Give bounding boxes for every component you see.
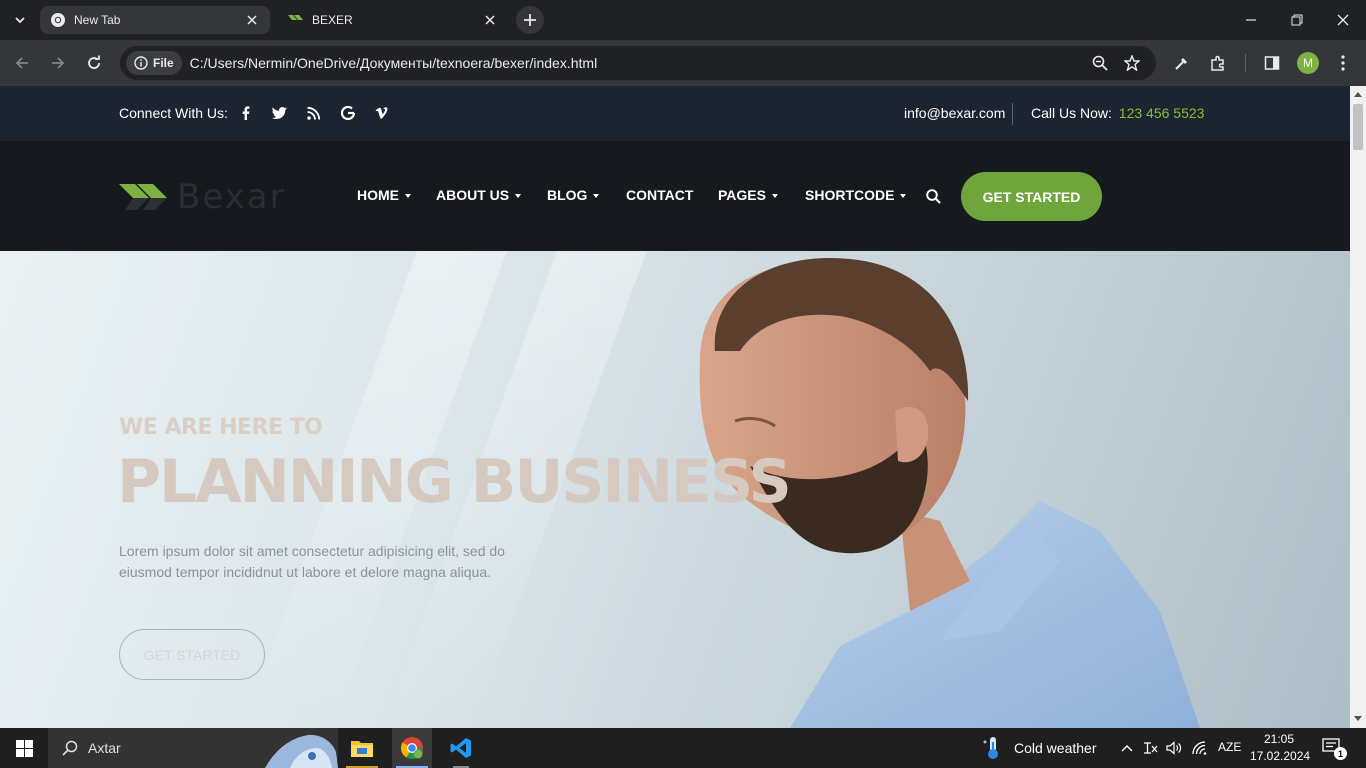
logo-text: Bexar: [177, 177, 286, 217]
weather-text: Cold weather: [1014, 740, 1097, 756]
hero-section: WE ARE HERE TO PLANNING BUSINESS Lorem i…: [0, 251, 1350, 728]
close-tab-icon[interactable]: [482, 12, 498, 28]
nav-about-us[interactable]: ABOUT US: [436, 187, 522, 203]
phone-number[interactable]: 123 456 5523: [1119, 105, 1205, 121]
clock-time: 21:05: [1263, 732, 1295, 746]
nav-label: BLOG: [547, 187, 588, 203]
facebook-icon[interactable]: [238, 105, 254, 121]
vimeo-icon[interactable]: [374, 105, 390, 121]
caret-down-icon: [515, 194, 522, 198]
nav-label: HOME: [357, 187, 399, 203]
caret-down-icon: [900, 194, 907, 198]
volume-icon[interactable]: [1165, 739, 1183, 757]
nav-label: PAGES: [718, 187, 766, 203]
caret-down-icon: [771, 194, 778, 198]
hero-title: PLANNING BUSINESS: [117, 447, 792, 517]
search-icon[interactable]: [924, 187, 942, 205]
nav-contact[interactable]: CONTACT: [626, 187, 693, 203]
contact-email[interactable]: info@bexar.com: [904, 105, 1005, 121]
windows-start-icon[interactable]: [0, 728, 48, 768]
scroll-down-arrow-icon[interactable]: [1354, 714, 1362, 722]
notification-center-icon[interactable]: 1: [1322, 738, 1347, 760]
chevron-up-icon[interactable]: [1118, 739, 1136, 757]
nav-blog[interactable]: BLOG: [547, 187, 600, 203]
chrome-icon: [50, 12, 66, 28]
restore-window-button[interactable]: [1285, 8, 1309, 32]
thermometer-icon: [983, 737, 998, 759]
nav-label: ABOUT US: [436, 187, 510, 203]
bookmark-star-icon[interactable]: [1118, 49, 1146, 77]
hero-eyebrow: WE ARE HERE TO: [119, 415, 323, 440]
site-navbar: Bexar HOME ABOUT US BLOG CONTACT PAGES S…: [0, 141, 1350, 251]
forward-button[interactable]: [45, 50, 71, 76]
twitter-icon[interactable]: [272, 105, 288, 121]
close-window-button[interactable]: [1331, 8, 1355, 32]
url-text[interactable]: C:/Users/Nermin/OneDrive/Документы/texno…: [190, 55, 1086, 71]
topbar-divider: [1012, 103, 1013, 125]
chip-label: File: [153, 56, 174, 70]
nav-home[interactable]: HOME: [357, 187, 411, 203]
weather-widget[interactable]: Cold weather: [982, 728, 1097, 768]
get-started-button[interactable]: GET STARTED: [961, 172, 1102, 221]
reload-button[interactable]: [81, 50, 107, 76]
site-topbar: Connect With Us: info@bexar.com Call Us …: [0, 86, 1350, 141]
chrome-app-icon[interactable]: [392, 728, 432, 768]
caret-down-icon: [593, 194, 600, 198]
windows-taskbar: Axtar Cold weather AZE 21:05 17.02.2024 …: [0, 728, 1366, 768]
rss-icon[interactable]: [306, 105, 322, 121]
caret-down-icon: [405, 194, 411, 198]
profile-avatar[interactable]: M: [1297, 52, 1319, 74]
system-clock[interactable]: 21:05 17.02.2024: [1250, 731, 1311, 765]
nav-shortcode[interactable]: SHORTCODE: [805, 187, 907, 203]
taskbar-search-placeholder: Axtar: [88, 740, 121, 756]
side-panel-icon[interactable]: [1259, 50, 1285, 76]
taskbar-search-box[interactable]: Axtar: [48, 728, 338, 768]
site-info-chip[interactable]: File: [126, 51, 182, 75]
hero-get-started-button[interactable]: GET STARTED: [119, 629, 265, 680]
close-tab-icon[interactable]: [244, 12, 260, 28]
file-explorer-app-icon[interactable]: [342, 728, 382, 768]
browser-toolbar: File C:/Users/Nermin/OneDrive/Документы/…: [0, 40, 1366, 86]
call-label: Call Us Now:: [1031, 105, 1112, 121]
call-us: Call Us Now: 123 456 5523: [1031, 105, 1204, 121]
tab-title: BEXER: [312, 13, 353, 27]
extensions-puzzle-icon[interactable]: [1205, 50, 1231, 76]
tab-new-tab[interactable]: New Tab: [40, 6, 270, 34]
tab-title: New Tab: [74, 13, 121, 27]
page-viewport: Connect With Us: info@bexar.com Call Us …: [0, 86, 1350, 728]
network-wifi-icon[interactable]: [1191, 739, 1209, 757]
minimize-window-button[interactable]: [1239, 8, 1263, 32]
eyedropper-extension-icon[interactable]: [1169, 50, 1195, 76]
nav-label: CONTACT: [626, 187, 694, 203]
search-icon: [62, 740, 78, 756]
notification-count-badge: 1: [1334, 747, 1347, 760]
scrollbar-thumb[interactable]: [1353, 104, 1363, 150]
info-icon: [134, 56, 148, 70]
address-bar[interactable]: File C:/Users/Nermin/OneDrive/Документы/…: [120, 46, 1156, 80]
hero-description: Lorem ipsum dolor sit amet consectetur a…: [119, 543, 505, 580]
google-icon[interactable]: [340, 105, 356, 121]
tab-bexer[interactable]: BEXER: [278, 6, 508, 34]
new-tab-button[interactable]: [516, 6, 544, 34]
toolbar-divider: [1245, 54, 1246, 72]
keyboard-language[interactable]: AZE: [1218, 740, 1241, 754]
nav-label: SHORTCODE: [805, 187, 895, 203]
ime-keyboard-icon[interactable]: [1141, 739, 1159, 757]
zoom-icon[interactable]: [1086, 49, 1114, 77]
search-highlight-illustration: [265, 734, 338, 768]
tab-search-dropdown-button[interactable]: [8, 8, 32, 32]
more-menu-icon[interactable]: [1330, 50, 1356, 76]
nav-pages[interactable]: PAGES: [718, 187, 778, 203]
social-connect: Connect With Us:: [119, 105, 390, 121]
bexar-logo-icon: [119, 184, 167, 210]
browser-tabstrip: New Tab BEXER: [0, 0, 1366, 40]
back-button[interactable]: [9, 50, 35, 76]
clock-date: 17.02.2024: [1250, 749, 1311, 763]
page-scrollbar[interactable]: [1350, 86, 1366, 728]
scroll-up-arrow-icon[interactable]: [1354, 90, 1362, 98]
vscode-app-icon[interactable]: [441, 728, 481, 768]
bexer-logo-icon: [288, 12, 304, 28]
connect-label: Connect With Us:: [119, 105, 228, 121]
site-logo[interactable]: Bexar: [119, 177, 286, 217]
